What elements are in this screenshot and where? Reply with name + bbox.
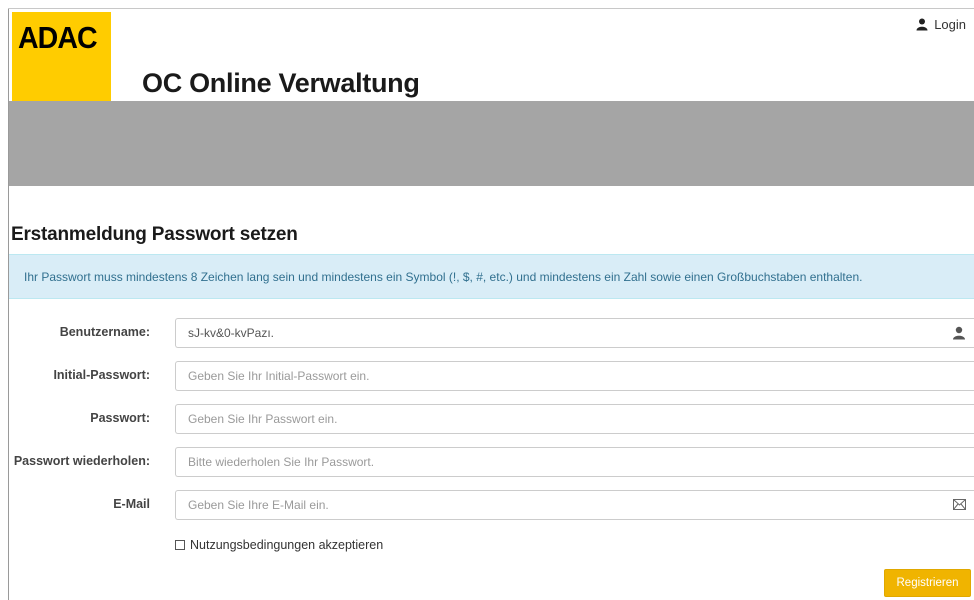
terms-checkbox-row[interactable]: Nutzungsbedingungen akzeptieren bbox=[175, 538, 383, 552]
password-rules-alert: Ihr Passwort muss mindestens 8 Zeichen l… bbox=[9, 254, 974, 299]
password-repeat-label: Passwort wiederholen: bbox=[13, 454, 150, 468]
app-title: OC Online Verwaltung bbox=[142, 68, 420, 98]
email-input[interactable] bbox=[175, 490, 974, 520]
username-label: Benutzername: bbox=[59, 325, 150, 339]
page: ADAC Login OC Online Verwaltung Erstanme… bbox=[0, 0, 974, 600]
logo-text: ADAC bbox=[18, 20, 98, 55]
email-label: E-Mail bbox=[113, 497, 150, 511]
user-icon bbox=[953, 326, 965, 340]
navigation-bar bbox=[9, 101, 974, 186]
frame-border-top bbox=[8, 8, 974, 9]
username-input[interactable] bbox=[175, 318, 974, 348]
user-icon bbox=[916, 18, 928, 31]
password-rules-text: Ihr Passwort muss mindestens 8 Zeichen l… bbox=[24, 270, 863, 284]
register-button[interactable]: Registrieren bbox=[884, 569, 971, 597]
envelope-icon bbox=[953, 499, 966, 510]
terms-checkbox[interactable] bbox=[175, 540, 185, 550]
password-label: Passwort: bbox=[90, 411, 150, 425]
adac-logo[interactable]: ADAC bbox=[12, 12, 111, 114]
password-input[interactable] bbox=[175, 404, 974, 434]
initial-password-input[interactable] bbox=[175, 361, 974, 391]
initial-password-label: Initial-Passwort: bbox=[53, 368, 150, 382]
login-link[interactable]: Login bbox=[916, 17, 966, 32]
terms-label: Nutzungsbedingungen akzeptieren bbox=[190, 538, 384, 552]
login-label: Login bbox=[934, 17, 966, 32]
form-heading: Erstanmeldung Passwort setzen bbox=[11, 224, 298, 245]
frame-border-left bbox=[8, 8, 9, 600]
password-repeat-input[interactable] bbox=[175, 447, 974, 477]
